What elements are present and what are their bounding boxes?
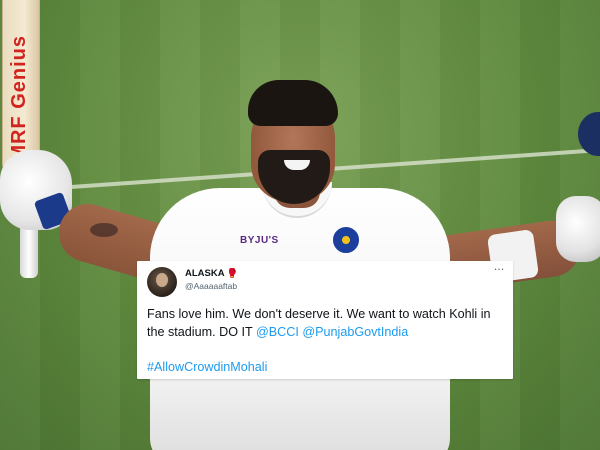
tweet-card[interactable]: ALASKA 🥊 @Aaaaaaftab ··· Fans love him. … xyxy=(137,261,513,379)
avatar-face xyxy=(156,273,168,287)
mention-bcci[interactable]: @BCCI xyxy=(256,325,299,339)
hashtag-allow-crowd-in-mohali[interactable]: #AllowCrowdinMohali xyxy=(147,360,267,374)
background-photo: MRF Genius BYJU'S xyxy=(0,0,600,450)
jersey-sponsor-logo: BYJU'S xyxy=(240,235,279,246)
cricket-bat: MRF Genius xyxy=(2,0,40,172)
bat-brand-label: MRF Genius xyxy=(8,35,30,162)
avatar[interactable] xyxy=(147,267,177,297)
boxing-glove-icon: 🥊 xyxy=(226,268,238,278)
more-horizontal-icon[interactable]: ··· xyxy=(491,263,507,277)
batting-glove-right xyxy=(556,196,600,262)
mention-punjab-govt-india[interactable]: @PunjabGovtIndia xyxy=(302,325,408,339)
tweet-text: Fans love him. We don't deserve it. We w… xyxy=(147,306,507,341)
arm-tattoo xyxy=(90,223,118,237)
tweet-hashtag-line: #AllowCrowdinMohali xyxy=(147,359,267,376)
author-display-name[interactable]: ALASKA xyxy=(185,268,225,279)
tweet-author-row: ALASKA 🥊 xyxy=(185,268,238,279)
player-hair xyxy=(248,80,338,126)
team-badge xyxy=(333,227,359,253)
author-handle[interactable]: @Aaaaaaftab xyxy=(185,281,237,291)
